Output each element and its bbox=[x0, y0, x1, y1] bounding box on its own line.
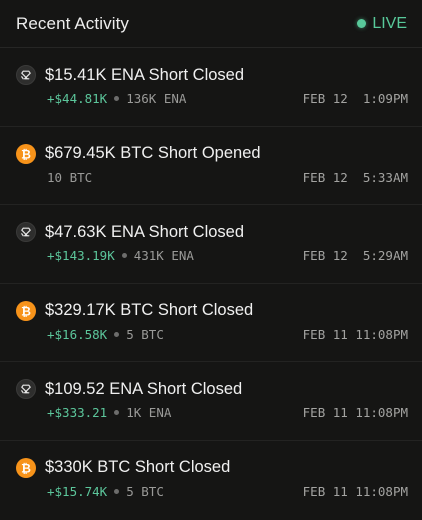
live-label: LIVE bbox=[372, 14, 407, 32]
activity-pnl: +$44.81K bbox=[47, 91, 108, 106]
activity-row[interactable]: ₿ $330K BTC Short Closed +$15.74K 5 BTC … bbox=[0, 441, 422, 520]
activity-title: $109.52 ENA Short Closed bbox=[45, 379, 243, 398]
separator-dot-icon bbox=[114, 96, 120, 101]
ena-icon bbox=[16, 379, 36, 399]
activity-pnl: +$333.21 bbox=[47, 405, 108, 420]
activity-size: 1K ENA bbox=[126, 405, 172, 420]
panel-title: Recent Activity bbox=[16, 13, 129, 33]
svg-text:₿: ₿ bbox=[21, 461, 31, 475]
ena-icon bbox=[16, 222, 36, 242]
activity-size: 10 BTC bbox=[47, 169, 93, 185]
activity-title: $679.45K BTC Short Opened bbox=[45, 144, 261, 162]
separator-dot-icon bbox=[114, 410, 120, 415]
activity-title: $47.63K ENA Short Closed bbox=[45, 222, 245, 241]
recent-activity-panel: Recent Activity LIVE $15.41K ENA Short C… bbox=[0, 0, 422, 520]
activity-row[interactable]: $109.52 ENA Short Closed +$333.21 1K ENA… bbox=[0, 362, 422, 441]
svg-text:₿: ₿ bbox=[21, 147, 31, 161]
activity-title: $15.41K ENA Short Closed bbox=[45, 65, 245, 84]
activity-size: 5 BTC bbox=[126, 483, 164, 499]
separator-dot-icon bbox=[114, 331, 120, 337]
activity-row[interactable]: ₿ $329.17K BTC Short Closed +$16.58K 5 B… bbox=[0, 284, 422, 362]
activity-timestamp: FEB 12 5:33AM bbox=[302, 169, 408, 185]
activity-pnl: +$143.19K bbox=[47, 248, 115, 263]
activity-title: $329.17K BTC Short Closed bbox=[45, 301, 254, 319]
panel-header: Recent Activity LIVE bbox=[0, 0, 422, 48]
activity-timestamp: FEB 12 1:09PM bbox=[302, 91, 408, 106]
activity-pnl: +$16.58K bbox=[47, 326, 108, 342]
activity-row[interactable]: $15.41K ENA Short Closed +$44.81K 136K E… bbox=[0, 48, 422, 127]
activity-row[interactable]: ₿ $679.45K BTC Short Opened 10 BTC FEB 1… bbox=[0, 127, 422, 205]
activity-list: $15.41K ENA Short Closed +$44.81K 136K E… bbox=[0, 48, 422, 519]
activity-pnl: +$15.74K bbox=[47, 483, 108, 499]
btc-icon: ₿ bbox=[16, 143, 36, 164]
separator-dot-icon bbox=[114, 488, 120, 494]
activity-row[interactable]: $47.63K ENA Short Closed +$143.19K 431K … bbox=[0, 205, 422, 284]
live-dot-icon bbox=[357, 19, 367, 28]
separator-dot-icon bbox=[121, 253, 127, 258]
activity-title: $330K BTC Short Closed bbox=[45, 458, 231, 476]
live-indicator[interactable]: LIVE bbox=[357, 15, 407, 33]
activity-size: 136K ENA bbox=[126, 91, 187, 106]
btc-icon: ₿ bbox=[16, 300, 36, 321]
activity-timestamp: FEB 11 11:08PM bbox=[302, 326, 408, 342]
activity-size: 431K ENA bbox=[133, 248, 194, 263]
activity-size: 5 BTC bbox=[126, 326, 164, 342]
ena-icon bbox=[16, 65, 36, 85]
activity-timestamp: FEB 11 11:08PM bbox=[302, 405, 408, 420]
svg-text:₿: ₿ bbox=[21, 304, 31, 318]
btc-icon: ₿ bbox=[16, 457, 36, 478]
activity-timestamp: FEB 12 5:29AM bbox=[302, 248, 408, 263]
activity-timestamp: FEB 11 11:08PM bbox=[302, 483, 408, 499]
